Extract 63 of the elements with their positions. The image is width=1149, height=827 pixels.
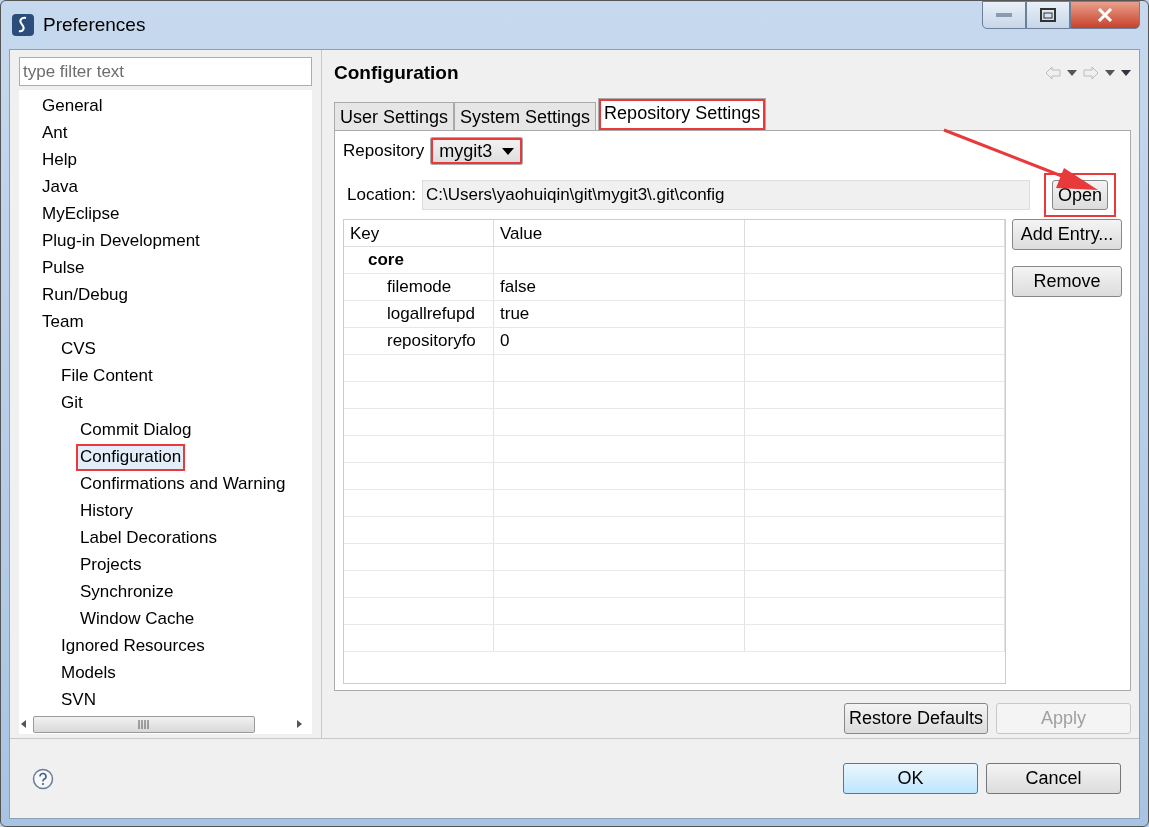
table-cell: repositoryfo [344, 328, 494, 355]
tree-item[interactable]: Team [38, 309, 88, 336]
tree-item[interactable]: Synchronize [76, 579, 178, 606]
tab[interactable]: System Settings [454, 102, 597, 130]
tree-item[interactable]: Label Decorations [76, 525, 222, 552]
tree-item[interactable]: CVS [57, 336, 100, 363]
location-label: Location: [347, 184, 416, 207]
close-icon [1097, 8, 1113, 22]
tree-item[interactable]: General [38, 93, 107, 120]
table-cell: 0 [494, 328, 745, 355]
page-title: Configuration [334, 60, 459, 85]
repository-dropdown[interactable]: mygit3 [430, 137, 524, 165]
tree-item[interactable]: Ant [38, 120, 72, 147]
tree-item[interactable]: Java [38, 174, 82, 201]
tree-item[interactable]: Plug-in Development [38, 228, 204, 255]
app-icon [11, 13, 35, 37]
close-button[interactable] [1070, 1, 1140, 29]
tab[interactable]: Repository Settings [598, 98, 767, 130]
table-button[interactable]: Add Entry... [1012, 219, 1122, 250]
tree-item[interactable]: File Content [57, 363, 157, 390]
dropdown-icon[interactable] [1105, 70, 1115, 76]
tree-item[interactable]: Help [38, 147, 81, 174]
tree-item[interactable]: Window Cache [76, 606, 199, 633]
tree-item[interactable]: Models [57, 660, 120, 687]
grip-icon [138, 719, 150, 729]
maximize-button[interactable] [1026, 1, 1070, 29]
maximize-icon [1040, 8, 1056, 22]
tree-item[interactable]: Pulse [38, 255, 89, 282]
tree-item[interactable]: Commit Dialog [76, 417, 196, 444]
table-cell: core [344, 247, 494, 274]
table-button[interactable]: Remove [1012, 266, 1122, 297]
dialog-button[interactable]: OK [843, 763, 978, 794]
dialog-button[interactable]: Cancel [986, 763, 1121, 794]
column-header[interactable]: Key [344, 220, 494, 247]
table-cell: false [494, 274, 745, 301]
tree-item[interactable]: Configuration [76, 444, 186, 471]
tree-item[interactable]: Ignored Resources [57, 633, 209, 660]
scrollbar-thumb[interactable] [33, 715, 255, 733]
tree-item[interactable]: MyEclipse [38, 201, 124, 228]
column-header[interactable]: Value [494, 220, 745, 247]
scroll-right-icon[interactable] [294, 719, 304, 729]
scroll-left-icon[interactable] [19, 719, 29, 729]
page-button[interactable]: Restore Defaults [843, 703, 988, 734]
tree-item[interactable]: Projects [76, 552, 146, 579]
tree-item[interactable]: Confirmations and Warning [76, 471, 290, 498]
table-cell: logallrefupd [344, 301, 494, 328]
filter-field[interactable]: type filter text [19, 57, 312, 86]
minimize-icon [996, 13, 1012, 17]
tab[interactable]: User Settings [334, 102, 455, 130]
tree-item[interactable]: History [76, 498, 137, 525]
location-field[interactable]: C:\Users\yaohuiqin\git\mygit3\.git\config [422, 180, 1030, 210]
tree-item[interactable]: SVN [57, 687, 100, 714]
window-title: Preferences [43, 12, 146, 37]
tree-item[interactable]: Run/Debug [38, 282, 132, 309]
dropdown-icon[interactable] [1067, 70, 1077, 76]
repository-label: Repository [343, 140, 425, 163]
table-cell: true [494, 301, 745, 328]
caret-icon [502, 147, 515, 155]
minimize-button[interactable] [982, 1, 1026, 29]
table-cell: filemode [344, 274, 494, 301]
tree-item[interactable]: Git [57, 390, 87, 417]
help-icon[interactable] [32, 767, 54, 790]
menu-icon[interactable] [1121, 70, 1131, 76]
